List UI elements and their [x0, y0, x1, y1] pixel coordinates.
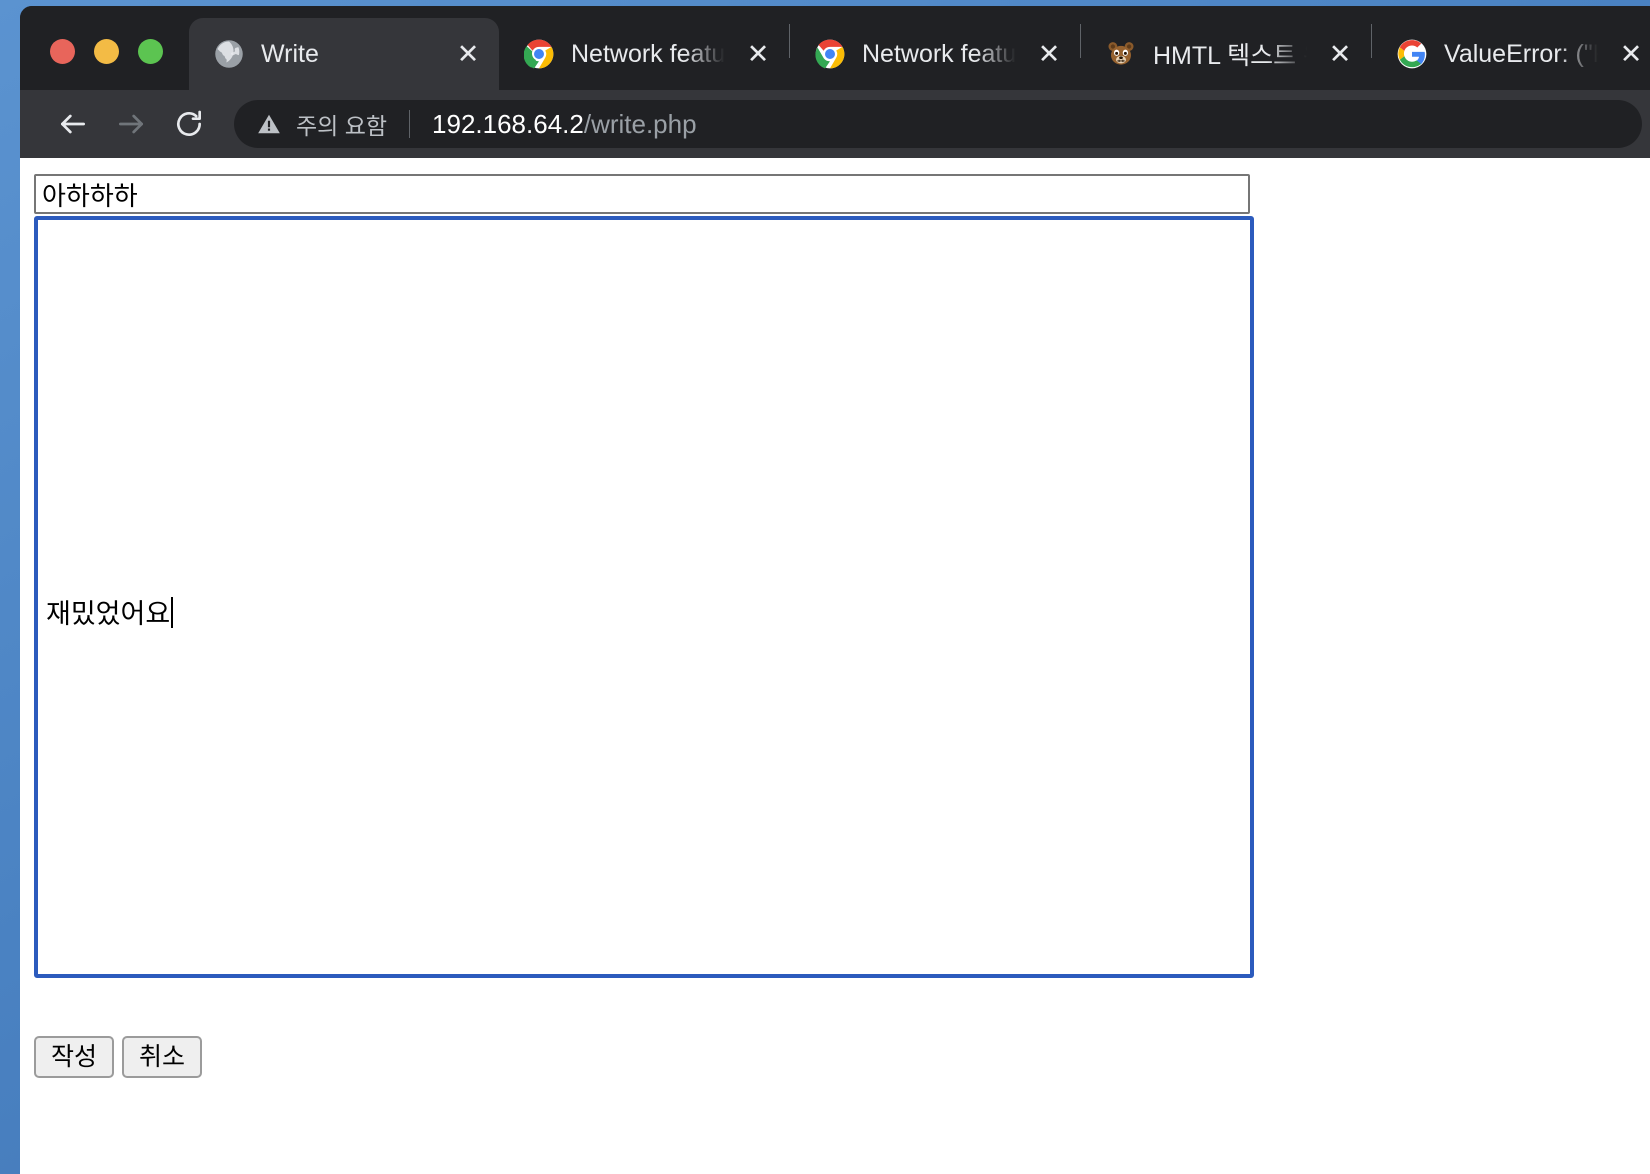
forward-button — [102, 95, 160, 153]
url-path: /write.php — [583, 108, 697, 139]
text-caret — [171, 597, 174, 628]
reload-icon — [173, 108, 205, 140]
url-display[interactable]: 192.168.64.2/write.php — [432, 109, 1620, 140]
google-icon — [1396, 38, 1428, 70]
post-content-textarea[interactable]: 재밌었어요 — [34, 216, 1254, 978]
tab-close-button[interactable]: ✕ — [1032, 37, 1066, 71]
globe-icon — [213, 38, 245, 70]
security-status-label: 주의 요함 — [296, 113, 388, 139]
tab-close-button[interactable]: ✕ — [451, 37, 485, 71]
tab-title: HMTL 텍스트 왼쪽 — [1153, 42, 1307, 70]
tab-title: Network feature — [862, 39, 1016, 68]
window-controls — [20, 39, 189, 90]
tab-close-button[interactable]: ✕ — [1614, 37, 1648, 71]
chrome-icon — [523, 38, 555, 70]
tab-close-button[interactable]: ✕ — [741, 37, 775, 71]
back-arrow-icon — [57, 108, 89, 140]
address-bar[interactable]: 주의 요함 192.168.64.2/write.php — [234, 100, 1642, 148]
browser-window: Write ✕ Network feature — [20, 6, 1650, 1174]
close-window-button[interactable] — [50, 39, 75, 64]
form-button-row: 작성 취소 — [34, 1036, 202, 1078]
tab-list: Write ✕ Network feature — [189, 6, 1650, 90]
forward-arrow-icon — [115, 108, 147, 140]
reload-button[interactable] — [160, 95, 218, 153]
warning-triangle-icon[interactable] — [256, 111, 282, 137]
tab-title: ValueError: ("K — [1444, 39, 1598, 68]
tab-network-feature-2[interactable]: Network feature ✕ — [790, 18, 1080, 90]
bear-icon — [1105, 38, 1137, 70]
tab-title: Write — [261, 39, 319, 68]
page-content: 재밌었어요 작성 취소 — [20, 158, 1650, 1174]
tab-close-button[interactable]: ✕ — [1323, 37, 1357, 71]
tab-title: Network feature — [571, 39, 725, 68]
cancel-button[interactable]: 취소 — [122, 1036, 202, 1078]
tab-hmtl-text[interactable]: HMTL 텍스트 왼쪽 ✕ — [1081, 18, 1371, 90]
tab-valueerror[interactable]: ValueError: ("K ✕ — [1372, 18, 1650, 90]
back-button[interactable] — [44, 95, 102, 153]
omnibox-divider — [409, 110, 411, 138]
post-content-text-wrapper: 재밌었어요 — [46, 592, 174, 631]
tab-write[interactable]: Write ✕ — [189, 18, 499, 90]
url-host: 192.168.64.2 — [432, 108, 584, 139]
tab-strip: Write ✕ Network feature — [20, 6, 1650, 90]
maximize-window-button[interactable] — [138, 39, 163, 64]
browser-toolbar: 주의 요함 192.168.64.2/write.php — [20, 90, 1650, 158]
post-content-value: 재밌었어요 — [46, 599, 171, 629]
submit-button[interactable]: 작성 — [34, 1036, 114, 1078]
tab-network-feature-1[interactable]: Network feature ✕ — [499, 18, 789, 90]
chrome-icon — [814, 38, 846, 70]
post-title-input[interactable] — [34, 174, 1250, 214]
minimize-window-button[interactable] — [94, 39, 119, 64]
